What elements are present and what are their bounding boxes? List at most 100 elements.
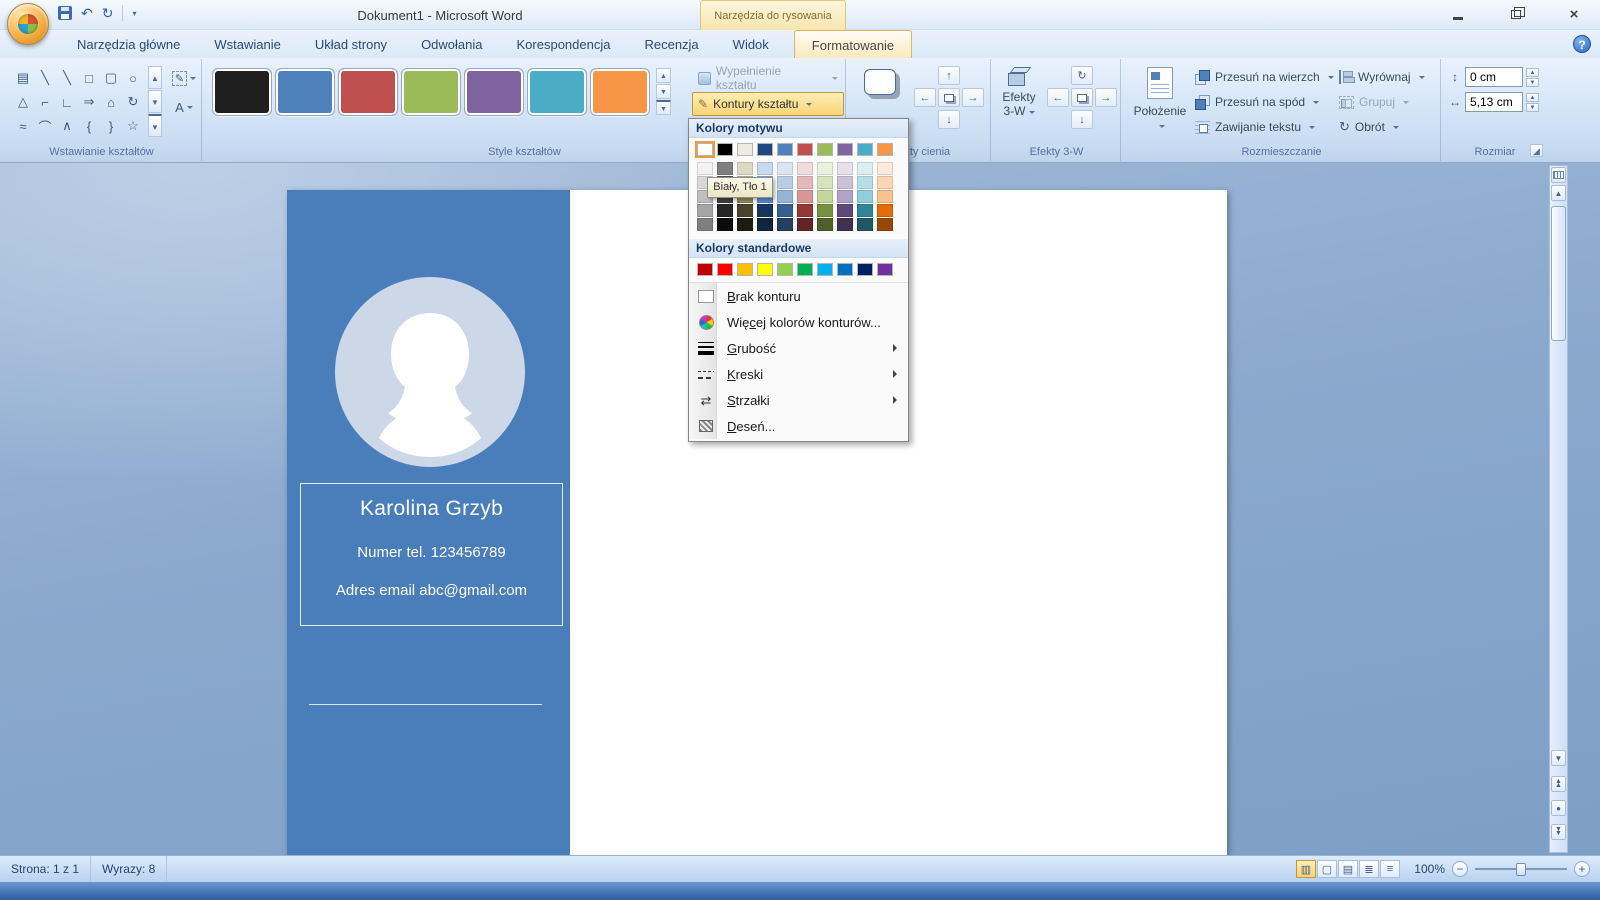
wrap-text-button[interactable]: Zawijanie tekstu (1195, 116, 1315, 138)
shadow-effects-button[interactable] (852, 64, 908, 96)
zoom-in-button[interactable]: + (1574, 861, 1590, 877)
shape-glyph[interactable]: ⌒ (34, 114, 56, 138)
3d-effects-button[interactable]: Efekty 3-W (995, 63, 1043, 119)
color-swatch[interactable] (717, 263, 733, 276)
color-swatch[interactable] (275, 68, 335, 116)
menu-item-pattern[interactable]: Deseń... (689, 413, 908, 439)
rotate-object-button[interactable]: ↻ Obrót (1339, 116, 1399, 138)
shape-glyph[interactable]: ☆ (122, 114, 144, 138)
width-down-icon[interactable]: ▼ (1526, 103, 1539, 112)
color-swatch[interactable] (737, 162, 753, 175)
color-swatch[interactable] (757, 204, 773, 217)
ruler-toggle-button[interactable] (1551, 167, 1566, 183)
cv-divider-line[interactable] (309, 704, 542, 705)
gallery-up-icon[interactable]: ▲ (148, 66, 162, 89)
color-swatch[interactable] (338, 68, 398, 116)
menu-item-arrows[interactable]: ⇄ Strzałki (689, 387, 908, 413)
align-button[interactable]: Wyrównaj (1339, 66, 1425, 88)
tab-korespondencja[interactable]: Korespondencja (500, 30, 628, 58)
styles-more-icon[interactable]: ▼ (656, 100, 671, 115)
color-swatch[interactable] (857, 204, 873, 217)
browse-object-button[interactable]: ● (1551, 800, 1566, 816)
color-swatch[interactable] (737, 204, 753, 217)
color-swatch[interactable] (757, 218, 773, 231)
height-up-icon[interactable]: ▲ (1526, 68, 1539, 77)
undo-icon[interactable]: ↶ (81, 6, 93, 20)
color-swatch[interactable] (697, 263, 713, 276)
view-full-screen-button[interactable]: ▢ (1317, 860, 1337, 878)
close-button[interactable]: × (1562, 5, 1586, 23)
scrollbar-thumb[interactable] (1551, 206, 1566, 341)
page-indicator[interactable]: Strona: 1 z 1 (0, 856, 91, 882)
color-swatch[interactable] (777, 162, 793, 175)
styles-up-icon[interactable]: ▲ (656, 68, 671, 83)
color-swatch[interactable] (777, 204, 793, 217)
rotate-3d-button[interactable]: ↻ (1071, 66, 1093, 85)
color-swatch[interactable] (817, 176, 833, 189)
minimize-button[interactable] (1446, 5, 1470, 23)
cv-info-box[interactable]: Karolina Grzyb Numer tel. 123456789 Adre… (300, 483, 563, 626)
color-swatch[interactable] (464, 68, 524, 116)
color-swatch[interactable] (857, 162, 873, 175)
tab-uklad-strony[interactable]: Układ strony (298, 30, 404, 58)
color-swatch[interactable] (857, 218, 873, 231)
size-dialog-launcher[interactable]: ◢ (1530, 144, 1543, 157)
shape-glyph[interactable]: ∟ (56, 90, 78, 114)
width-up-icon[interactable]: ▲ (1526, 93, 1539, 102)
color-swatch[interactable] (797, 162, 813, 175)
save-icon[interactable] (58, 6, 72, 20)
toggle-shadow-button[interactable] (938, 88, 960, 107)
color-swatch[interactable] (737, 143, 753, 156)
shape-glyph[interactable]: ≈ (12, 114, 34, 138)
view-draft-button[interactable]: ≡ (1380, 860, 1400, 878)
shape-glyph[interactable]: ▢ (100, 66, 122, 90)
view-web-layout-button[interactable]: ▤ (1338, 860, 1358, 878)
vertical-scrollbar[interactable]: ▲ ▼ ▲▲ ● ▼▼ (1549, 165, 1568, 853)
color-swatch[interactable] (797, 190, 813, 203)
group-objects-button[interactable]: Grupuj (1339, 91, 1409, 113)
color-swatch[interactable] (877, 143, 893, 156)
menu-item-weight[interactable]: Grubość (689, 335, 908, 361)
color-swatch[interactable] (697, 162, 713, 175)
color-swatch[interactable] (777, 176, 793, 189)
bring-to-front-button[interactable]: Przesuń na wierzch (1195, 66, 1334, 88)
color-swatch[interactable] (212, 68, 272, 116)
tilt-right-button[interactable]: → (1095, 88, 1117, 107)
color-swatch[interactable] (857, 143, 873, 156)
shape-fill-button[interactable]: Wypełnienie kształtu (692, 66, 844, 90)
send-to-back-button[interactable]: Przesuń na spód (1195, 91, 1319, 113)
shape-glyph[interactable]: △ (12, 90, 34, 114)
gallery-more-icon[interactable]: ▼ (148, 114, 162, 137)
shape-outline-button[interactable]: ✎ Kontury kształtu (692, 92, 844, 116)
color-swatch[interactable] (797, 263, 813, 276)
customize-qat-icon[interactable]: ▾ (132, 9, 136, 18)
shape-glyph[interactable]: } (100, 114, 122, 138)
position-button[interactable]: Położenie (1131, 65, 1189, 132)
scroll-down-button[interactable]: ▼ (1551, 750, 1566, 766)
color-swatch[interactable] (797, 204, 813, 217)
nudge-shadow-down-button[interactable]: ↓ (938, 110, 960, 129)
view-outline-button[interactable]: ≣ (1359, 860, 1379, 878)
zoom-out-button[interactable]: − (1452, 861, 1468, 877)
color-swatch[interactable] (777, 263, 793, 276)
color-swatch[interactable] (817, 190, 833, 203)
shape-glyph[interactable]: ⌐ (34, 90, 56, 114)
color-swatch[interactable] (877, 190, 893, 203)
color-swatch[interactable] (590, 68, 650, 116)
color-swatch[interactable] (837, 218, 853, 231)
color-swatch[interactable] (857, 190, 873, 203)
color-swatch[interactable] (717, 204, 733, 217)
toggle-3d-button[interactable] (1071, 88, 1093, 107)
color-swatch[interactable] (697, 218, 713, 231)
shape-height-input[interactable] (1465, 67, 1523, 87)
tilt-left-button[interactable]: ← (1047, 88, 1069, 107)
color-swatch[interactable] (817, 162, 833, 175)
color-swatch[interactable] (797, 143, 813, 156)
color-swatch[interactable] (857, 263, 873, 276)
color-swatch[interactable] (817, 263, 833, 276)
color-swatch[interactable] (837, 263, 853, 276)
color-swatch[interactable] (737, 263, 753, 276)
color-swatch[interactable] (857, 176, 873, 189)
color-swatch[interactable] (401, 68, 461, 116)
tab-wstawianie[interactable]: Wstawianie (197, 30, 297, 58)
